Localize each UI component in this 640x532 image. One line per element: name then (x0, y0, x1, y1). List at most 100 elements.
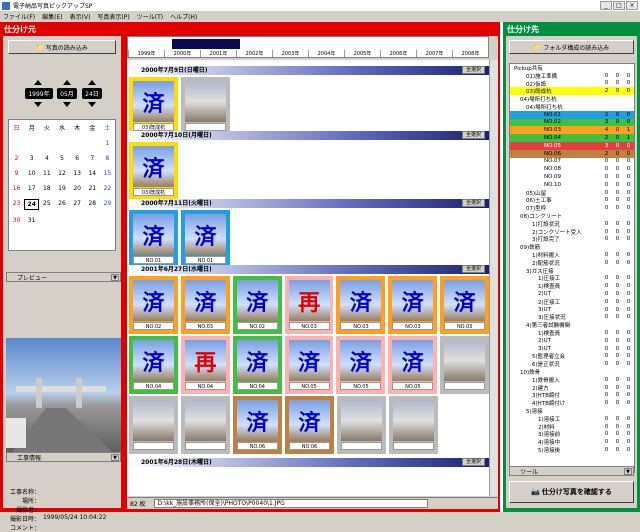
tree-node[interactable]: NO.03 4 0 1 (510, 126, 634, 135)
tree-node[interactable]: 4)溶接中 0 0 0 (510, 438, 634, 446)
tree-node[interactable]: 5)溶接 (510, 407, 634, 415)
tree-node[interactable]: 2)配筋状況 0 0 0 (510, 259, 634, 267)
calendar-day[interactable]: 25 (39, 199, 54, 210)
tree-node[interactable]: NO.10 0 0 0 (510, 181, 634, 189)
select-all-button[interactable]: 全選択 (461, 131, 485, 139)
calendar-day[interactable]: 1 (100, 139, 115, 148)
timeline[interactable]: 1999年 2000年 2001年 2002年 2003年 2004年 2005年 2006年… (127, 36, 489, 58)
tree-node[interactable]: 01)施工準備 0 0 0 (510, 72, 634, 80)
tree-node[interactable]: 2)コンクリート受入 0 0 0 (510, 228, 634, 236)
photo-thumbnail[interactable] (389, 396, 438, 454)
tree-node[interactable]: 05)山留 0 0 0 (510, 189, 634, 197)
tree-node[interactable]: 07)型枠 0 0 0 (510, 204, 634, 212)
tree-node[interactable]: 1)検査員 0 0 0 (510, 329, 634, 337)
menu-photo-view[interactable]: 写真表示(P) (97, 12, 129, 21)
tree-node[interactable]: 1)圧接工 0 0 0 (510, 275, 634, 282)
tree-node[interactable]: 1)検査員 0 0 0 (510, 282, 634, 290)
timeline-range[interactable] (172, 39, 240, 49)
photo-thumbnail[interactable]: 済 NO.02 (129, 276, 178, 334)
read-photos-button[interactable]: 📁 写真の読み込み (8, 40, 116, 54)
photo-thumbnail[interactable]: 済 NO.05 (336, 336, 386, 394)
calendar-day[interactable]: 6 (70, 154, 85, 163)
calendar-day[interactable]: 12 (54, 169, 69, 178)
select-all-button[interactable]: 全選択 (461, 265, 485, 273)
calendar-day[interactable]: 31 (24, 216, 39, 225)
timeline-year[interactable]: 2007年 (416, 50, 452, 57)
photo-thumbnail[interactable]: 再 NO.04 (180, 336, 230, 394)
tree-node[interactable]: 3)UT 0 0 0 (510, 345, 634, 353)
calendar-day[interactable]: 9 (9, 169, 24, 178)
photo-thumbnail[interactable] (129, 396, 178, 454)
photo-thumbnail[interactable]: 済 NO.03 (336, 276, 386, 334)
calendar-day[interactable]: 7 (85, 154, 100, 163)
calendar-day[interactable]: 27 (70, 199, 85, 210)
tree-node[interactable]: NO.04 2 0 1 (510, 134, 634, 142)
close-button[interactable]: × (626, 1, 638, 10)
select-all-button[interactable]: 全選択 (461, 199, 485, 207)
tree-node[interactable]: 2)UT 0 0 0 (510, 290, 634, 298)
tree-node[interactable]: NO.01 2 0 0 (510, 110, 634, 119)
timeline-year[interactable]: 2003年 (272, 50, 308, 57)
tree-node[interactable]: 1)溶接工 0 0 0 (510, 415, 634, 423)
photo-thumbnail[interactable]: 再 NO.03 (284, 276, 334, 334)
tree-node[interactable]: 1)材料搬入 0 0 0 (510, 251, 634, 259)
calendar-day[interactable]: 20 (70, 184, 85, 193)
menu-tools[interactable]: ツール(T) (137, 12, 163, 21)
preview-dropdown[interactable]: プレビュー ▼ (6, 272, 121, 282)
chevron-down-icon[interactable]: ▼ (624, 468, 632, 475)
tree-node[interactable]: 04)場所打ち杭 (510, 95, 634, 103)
tree-node[interactable]: 2)建方 0 0 0 (510, 384, 634, 392)
photo-thumbnail[interactable]: 済 NO.05 (284, 336, 334, 394)
photo-thumbnail[interactable]: 済 NO.03 (440, 276, 489, 334)
photo-thumbnail[interactable]: 済 NO.03 (180, 276, 230, 334)
calendar-day[interactable]: 28 (85, 199, 100, 210)
tool-dropdown[interactable]: ツール ▼ (509, 466, 634, 476)
month-down-arrow[interactable] (63, 102, 71, 107)
tree-node[interactable]: 5)監理者立会 0 0 0 (510, 352, 634, 360)
year-up-arrow[interactable] (34, 80, 42, 85)
calendar-day[interactable]: 29 (100, 199, 115, 210)
tree-node[interactable]: NO.06 2 0 0 (510, 149, 634, 158)
calendar-day[interactable]: 26 (54, 199, 69, 210)
tree-node[interactable]: 2)圧接工 0 0 0 (510, 298, 634, 306)
calendar-day[interactable]: 23 (9, 199, 24, 210)
tree-node[interactable]: 02)仮設 0 0 0 (510, 80, 634, 87)
tree-node[interactable]: 4)第三者試験機関 (510, 321, 634, 329)
tree-node[interactable]: NO.09 0 0 0 (510, 173, 634, 181)
tree-node[interactable]: 5)溶接後 0 0 0 (510, 446, 634, 454)
select-all-button[interactable]: 全選択 (461, 458, 485, 466)
timeline-year[interactable]: 2006年 (380, 50, 416, 57)
tree-node[interactable]: NO.05 3 0 0 (510, 141, 634, 150)
tree-node[interactable]: 4)HTB締付け 0 0 0 (510, 399, 634, 407)
tree-node[interactable]: 2)材料 0 0 0 (510, 423, 634, 431)
timeline-year[interactable]: 2004年 (308, 50, 344, 57)
calendar-day[interactable]: 18 (39, 184, 54, 193)
chevron-down-icon[interactable]: ▼ (111, 454, 119, 461)
tree-node[interactable]: 6)是正状況 0 0 0 (510, 360, 634, 368)
day-up-arrow[interactable] (88, 80, 96, 85)
calendar-day[interactable]: 4 (39, 154, 54, 163)
calendar-day[interactable]: 22 (100, 184, 115, 193)
photo-thumbnail[interactable]: 済 NO.04 (129, 336, 178, 394)
photo-thumbnail[interactable] (181, 396, 230, 454)
tree-node[interactable]: 1)鉄骨搬入 0 0 0 (510, 376, 634, 384)
menu-edit[interactable]: 編集(E) (42, 12, 62, 21)
photo-thumbnail[interactable]: 済 NO.01 (129, 210, 178, 268)
timeline-year[interactable]: 2008年 (452, 50, 488, 57)
tree-node[interactable]: 3)圧接状況 0 0 0 (510, 314, 634, 321)
photo-thumbnail[interactable]: 済 NO.03 (388, 276, 438, 334)
timeline-year[interactable]: 2002年 (236, 50, 272, 57)
calendar-day[interactable]: 16 (9, 184, 24, 193)
tree-node[interactable]: 3)打設完了 0 0 0 (510, 236, 634, 243)
photo-thumbnail[interactable]: 済 NO.02 (232, 276, 282, 334)
tree-node[interactable]: 3)UT 0 0 0 (510, 306, 634, 314)
photo-thumbnail[interactable] (337, 396, 386, 454)
tree-node[interactable]: 2)UT 0 0 0 (510, 337, 634, 345)
photo-thumbnail[interactable]: 済 NO.04 (232, 336, 282, 394)
calendar-day[interactable]: 15 (100, 169, 115, 178)
photo-thumbnail[interactable]: 済 NO.06 (233, 396, 282, 454)
tree-node[interactable]: 09)鉄筋 (510, 243, 634, 251)
timeline-year[interactable]: 1999年 (128, 50, 164, 57)
year-display[interactable]: 1999年 (25, 88, 53, 99)
tree-node[interactable]: NO.08 0 0 0 (510, 165, 634, 173)
